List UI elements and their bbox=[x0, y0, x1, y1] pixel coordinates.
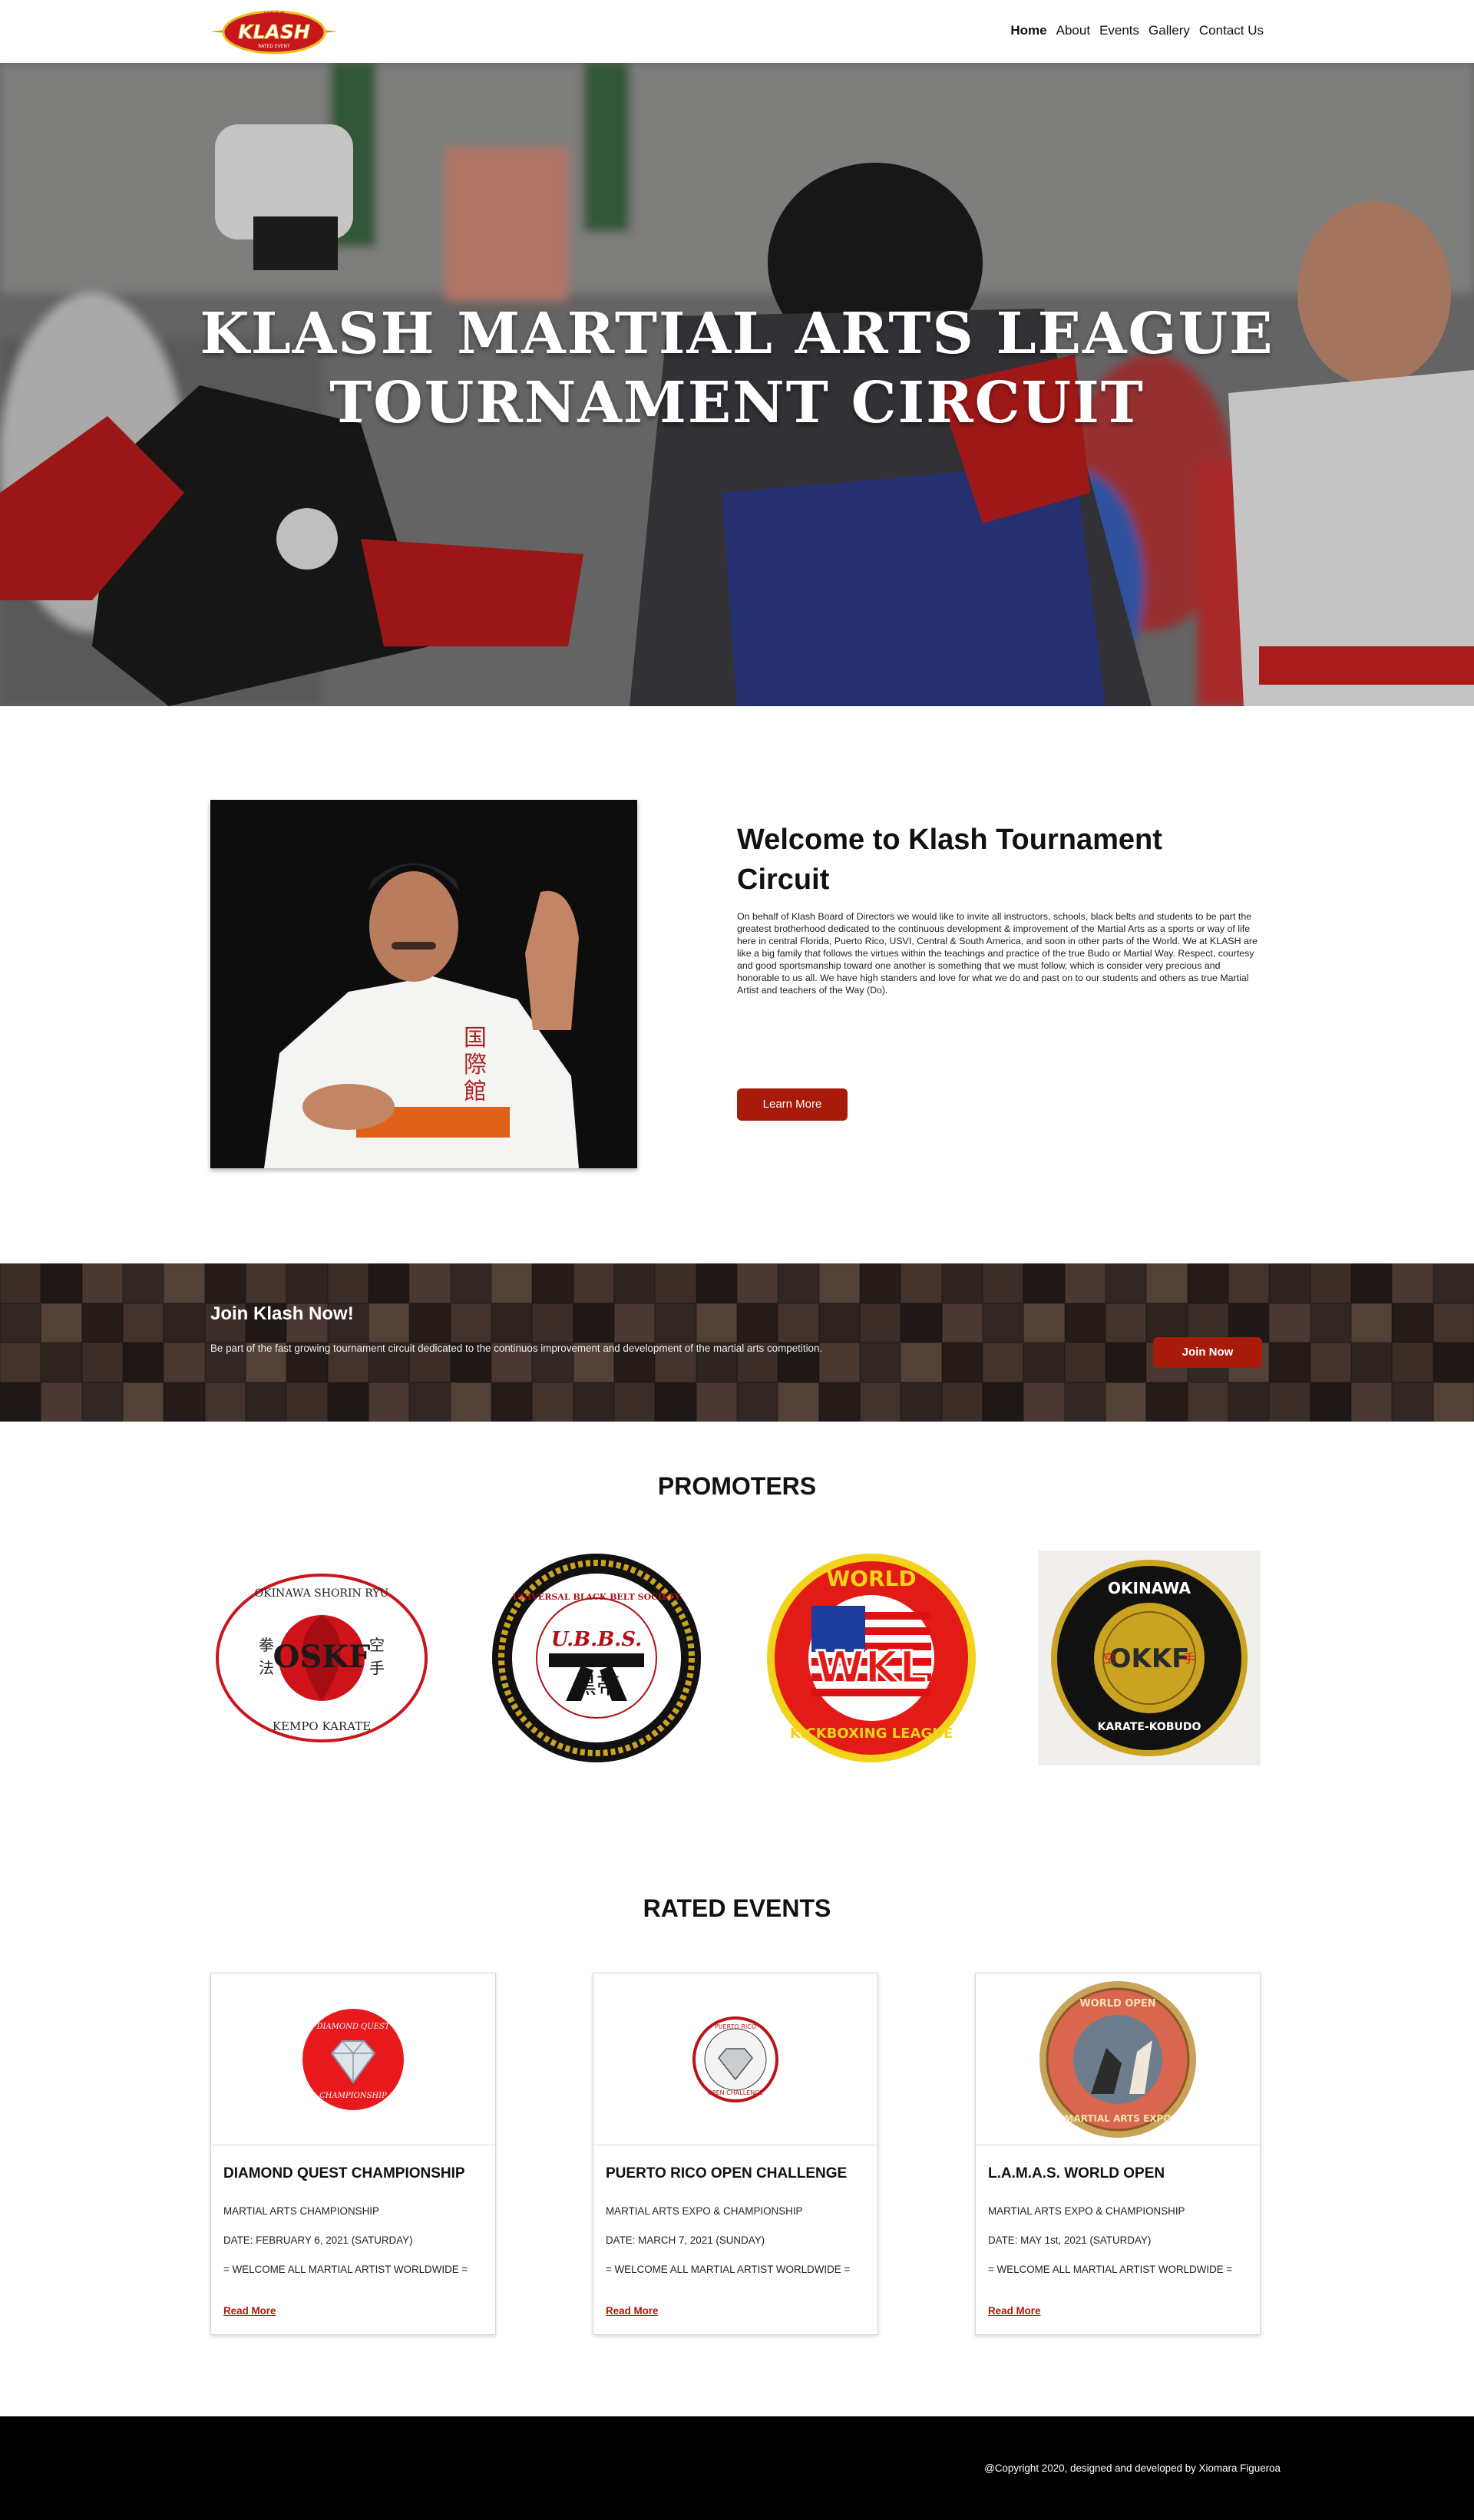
join-title: Join Klash Now! bbox=[210, 1303, 354, 1324]
promoter-logo-oskf[interactable]: OSKF OKINAWA SHORIN RYU KEMPO KARATE 拳 法… bbox=[210, 1551, 433, 1765]
hero-banner: KLASH MARTIAL ARTS LEAGUE TOURNAMENT CIR… bbox=[0, 63, 1474, 706]
event-welcome: = WELCOME ALL MARTIAL ARTIST WORLDWIDE = bbox=[223, 2264, 468, 2275]
okkf-arc-bottom: KARATE-KOBUDO bbox=[1098, 1721, 1201, 1733]
promoter-logo-wkl[interactable]: WKL WORLD KICKBOXING LEAGUE bbox=[760, 1551, 983, 1765]
event-welcome: = WELCOME ALL MARTIAL ARTIST WORLDWIDE = bbox=[988, 2264, 1233, 2275]
nav-about-link[interactable]: About bbox=[1056, 23, 1090, 38]
diamond-badge-top: DIAMOND QUEST bbox=[316, 2023, 390, 2031]
event-card-lamas-world-open: WORLD OPEN MARTIAL ARTS EXPO L.A.M.A.S. … bbox=[975, 1973, 1261, 2335]
event-image[interactable]: PUERTO RICO OPEN CHALLENGE bbox=[593, 1973, 877, 2145]
ubbs-kanji: 黒帯 bbox=[573, 1673, 620, 1699]
join-now-button[interactable]: Join Now bbox=[1153, 1337, 1262, 1368]
event-card-puerto-rico-open: PUERTO RICO OPEN CHALLENGE PUERTO RICO O… bbox=[593, 1973, 878, 2335]
oskf-logo-text: OSKF bbox=[273, 1639, 371, 1675]
logo-main-text: KLASH bbox=[238, 21, 310, 43]
event-title[interactable]: DIAMOND QUEST CHAMPIONSHIP bbox=[223, 2165, 465, 2182]
nav-gallery-link[interactable]: Gallery bbox=[1148, 23, 1190, 38]
event-image[interactable]: WORLD OPEN MARTIAL ARTS EXPO bbox=[976, 1973, 1260, 2145]
diamond-badge-bottom: CHAMPIONSHIP bbox=[319, 2092, 387, 2100]
svg-text:空: 空 bbox=[369, 1636, 385, 1654]
read-more-link[interactable]: Read More bbox=[223, 2305, 276, 2317]
hero-title: KLASH MARTIAL ARTS LEAGUE TOURNAMENT CIR… bbox=[0, 299, 1474, 438]
welcome-title: Welcome to Klash Tournament Circuit bbox=[737, 824, 1162, 896]
event-title[interactable]: PUERTO RICO OPEN CHALLENGE bbox=[606, 2165, 847, 2182]
svg-text:手: 手 bbox=[1183, 1651, 1195, 1666]
main-menu: Home About Events Gallery Contact Us bbox=[1010, 23, 1264, 38]
read-more-link[interactable]: Read More bbox=[606, 2305, 658, 2317]
promoter-logo-ubbs[interactable]: UNIVERSAL BLACK BELT SOCIETY U.B.B.S. 黒帯 bbox=[485, 1551, 708, 1765]
svg-text:空: 空 bbox=[1103, 1651, 1115, 1666]
svg-text:手: 手 bbox=[369, 1659, 385, 1677]
event-date: DATE: MAY 1st, 2021 (SATURDAY) bbox=[988, 2234, 1152, 2246]
logo-bottom-text: RATED EVENT bbox=[258, 44, 290, 49]
ubbs-arc-top: UNIVERSAL BLACK BELT SOCIETY bbox=[513, 1592, 681, 1602]
pr-badge-bottom: OPEN CHALLENGE bbox=[708, 2089, 764, 2096]
lamas-badge-top: WORLD OPEN bbox=[1079, 1998, 1155, 2010]
event-type: MARTIAL ARTS EXPO & CHAMPIONSHIP bbox=[988, 2205, 1185, 2217]
promoters-heading: PROMOTERS bbox=[657, 1472, 817, 1500]
event-date: DATE: MARCH 7, 2021 (SUNDAY) bbox=[606, 2234, 765, 2246]
site-footer: @Copyright 2020, designed and developed … bbox=[0, 2416, 1474, 2520]
join-banner: Join Klash Now! Be part of the fast grow… bbox=[0, 1263, 1474, 1422]
event-type: MARTIAL ARTS EXPO & CHAMPIONSHIP bbox=[606, 2205, 803, 2217]
nav-events-link[interactable]: Events bbox=[1099, 23, 1139, 38]
nav-contact-link[interactable]: Contact Us bbox=[1199, 23, 1264, 38]
learn-more-button[interactable]: Learn More bbox=[737, 1088, 848, 1121]
oskf-arc-bottom: KEMPO KARATE bbox=[273, 1719, 371, 1733]
svg-text:国: 国 bbox=[464, 1025, 487, 1052]
event-type: MARTIAL ARTS CHAMPIONSHIP bbox=[223, 2205, 379, 2217]
svg-text:拳: 拳 bbox=[259, 1636, 274, 1654]
svg-text:法: 法 bbox=[259, 1659, 274, 1677]
event-welcome: = WELCOME ALL MARTIAL ARTIST WORLDWIDE = bbox=[606, 2264, 851, 2275]
event-title[interactable]: L.A.M.A.S. WORLD OPEN bbox=[988, 2165, 1165, 2182]
copyright-text: @Copyright 2020, designed and developed … bbox=[984, 2462, 1281, 2474]
logo-top-text: UBBS bbox=[263, 12, 285, 19]
wkl-arc-top: WORLD bbox=[826, 1566, 916, 1591]
nav-home-link[interactable]: Home bbox=[1010, 23, 1046, 38]
klash-logo[interactable]: UBBS KLASH RATED EVENT bbox=[209, 6, 339, 57]
wkl-logo-text: WKL bbox=[815, 1641, 927, 1693]
promoter-logo-okkf[interactable]: OKKF OKINAWA KARATE-KOBUDO 空 手 bbox=[1038, 1551, 1261, 1765]
lamas-badge-bottom: MARTIAL ARTS EXPO bbox=[1064, 2113, 1171, 2124]
event-date: DATE: FEBRUARY 6, 2021 (SATURDAY) bbox=[223, 2234, 413, 2246]
top-navigation: UBBS KLASH RATED EVENT Home About Events… bbox=[0, 0, 1474, 63]
sensei-photo: 国 際 館 bbox=[210, 800, 637, 1168]
read-more-link[interactable]: Read More bbox=[988, 2305, 1040, 2317]
join-description: Be part of the fast growing tournament c… bbox=[210, 1343, 823, 1354]
okkf-arc-top: OKINAWA bbox=[1108, 1579, 1191, 1597]
event-image[interactable]: DIAMOND QUEST CHAMPIONSHIP bbox=[211, 1973, 495, 2145]
wkl-arc-bottom: KICKBOXING LEAGUE bbox=[790, 1726, 953, 1742]
hero-title-line-1: KLASH MARTIAL ARTS LEAGUE bbox=[200, 301, 1274, 367]
oskf-arc-top: OKINAWA SHORIN RYU bbox=[255, 1587, 389, 1600]
svg-text:際: 際 bbox=[464, 1052, 487, 1078]
event-card-diamond-quest: DIAMOND QUEST CHAMPIONSHIP DIAMOND QUEST… bbox=[210, 1973, 496, 2335]
pr-badge-top: PUERTO RICO bbox=[715, 2023, 756, 2030]
hero-title-line-2: TOURNAMENT CIRCUIT bbox=[329, 370, 1145, 436]
svg-text:館: 館 bbox=[464, 1078, 487, 1105]
welcome-paragraph: On behalf of Klash Board of Directors we… bbox=[737, 911, 1258, 996]
ubbs-logo-text: U.B.B.S. bbox=[551, 1628, 642, 1651]
rated-events-heading: RATED EVENTS bbox=[643, 1894, 831, 1922]
okkf-logo-text: OKKF bbox=[1109, 1643, 1190, 1674]
